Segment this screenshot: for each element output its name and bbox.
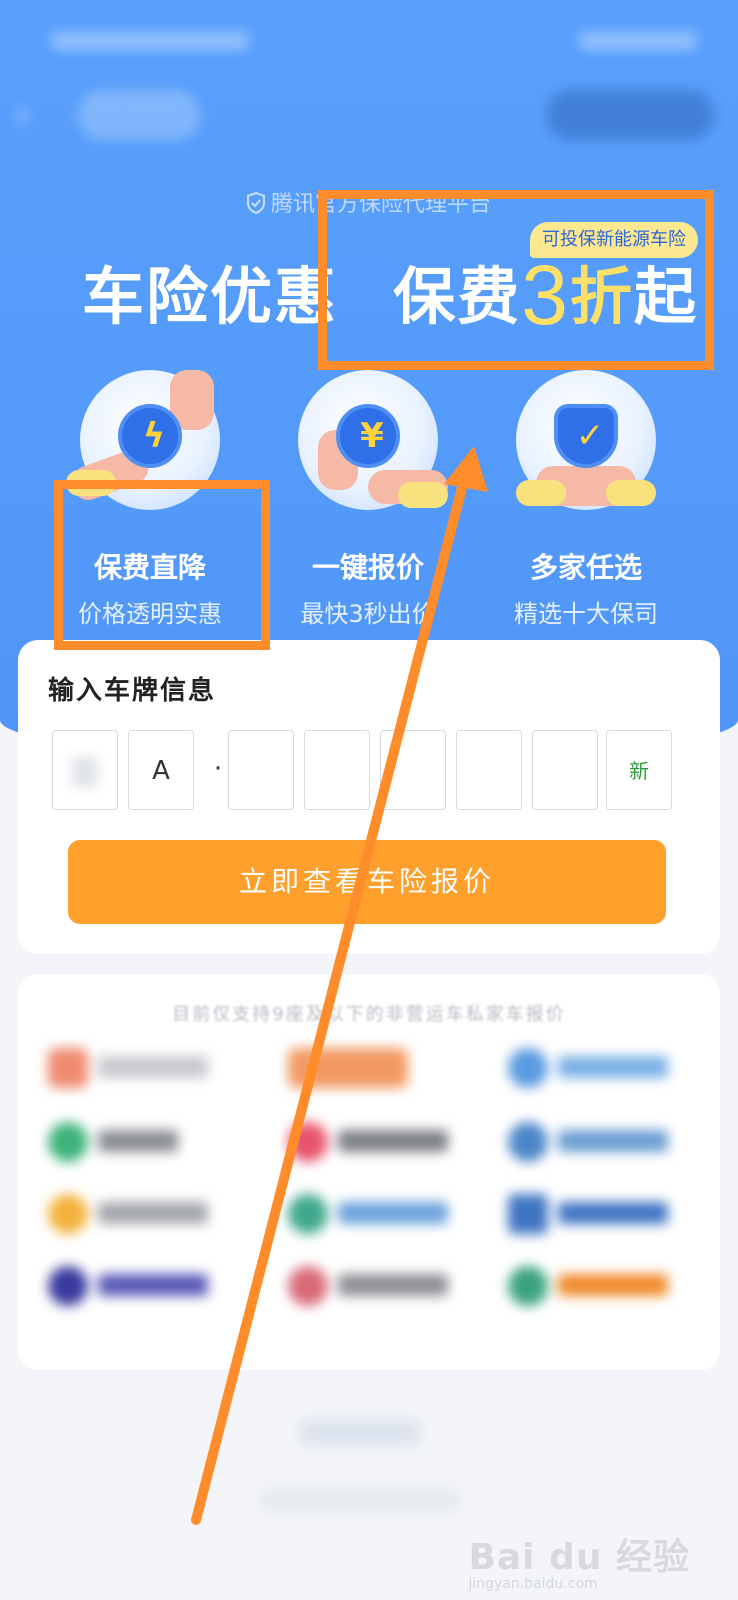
watermark-main: Bai du 经验 [468, 1537, 690, 1578]
arrow-head [444, 446, 488, 492]
arrow-shaft [191, 475, 469, 1525]
annotation-arrow [191, 446, 488, 1525]
watermark-sub: jingyan.baidu.com [468, 1576, 598, 1592]
baidu-watermark: Bai du 经验 jingyan.baidu.com [468, 1528, 690, 1592]
